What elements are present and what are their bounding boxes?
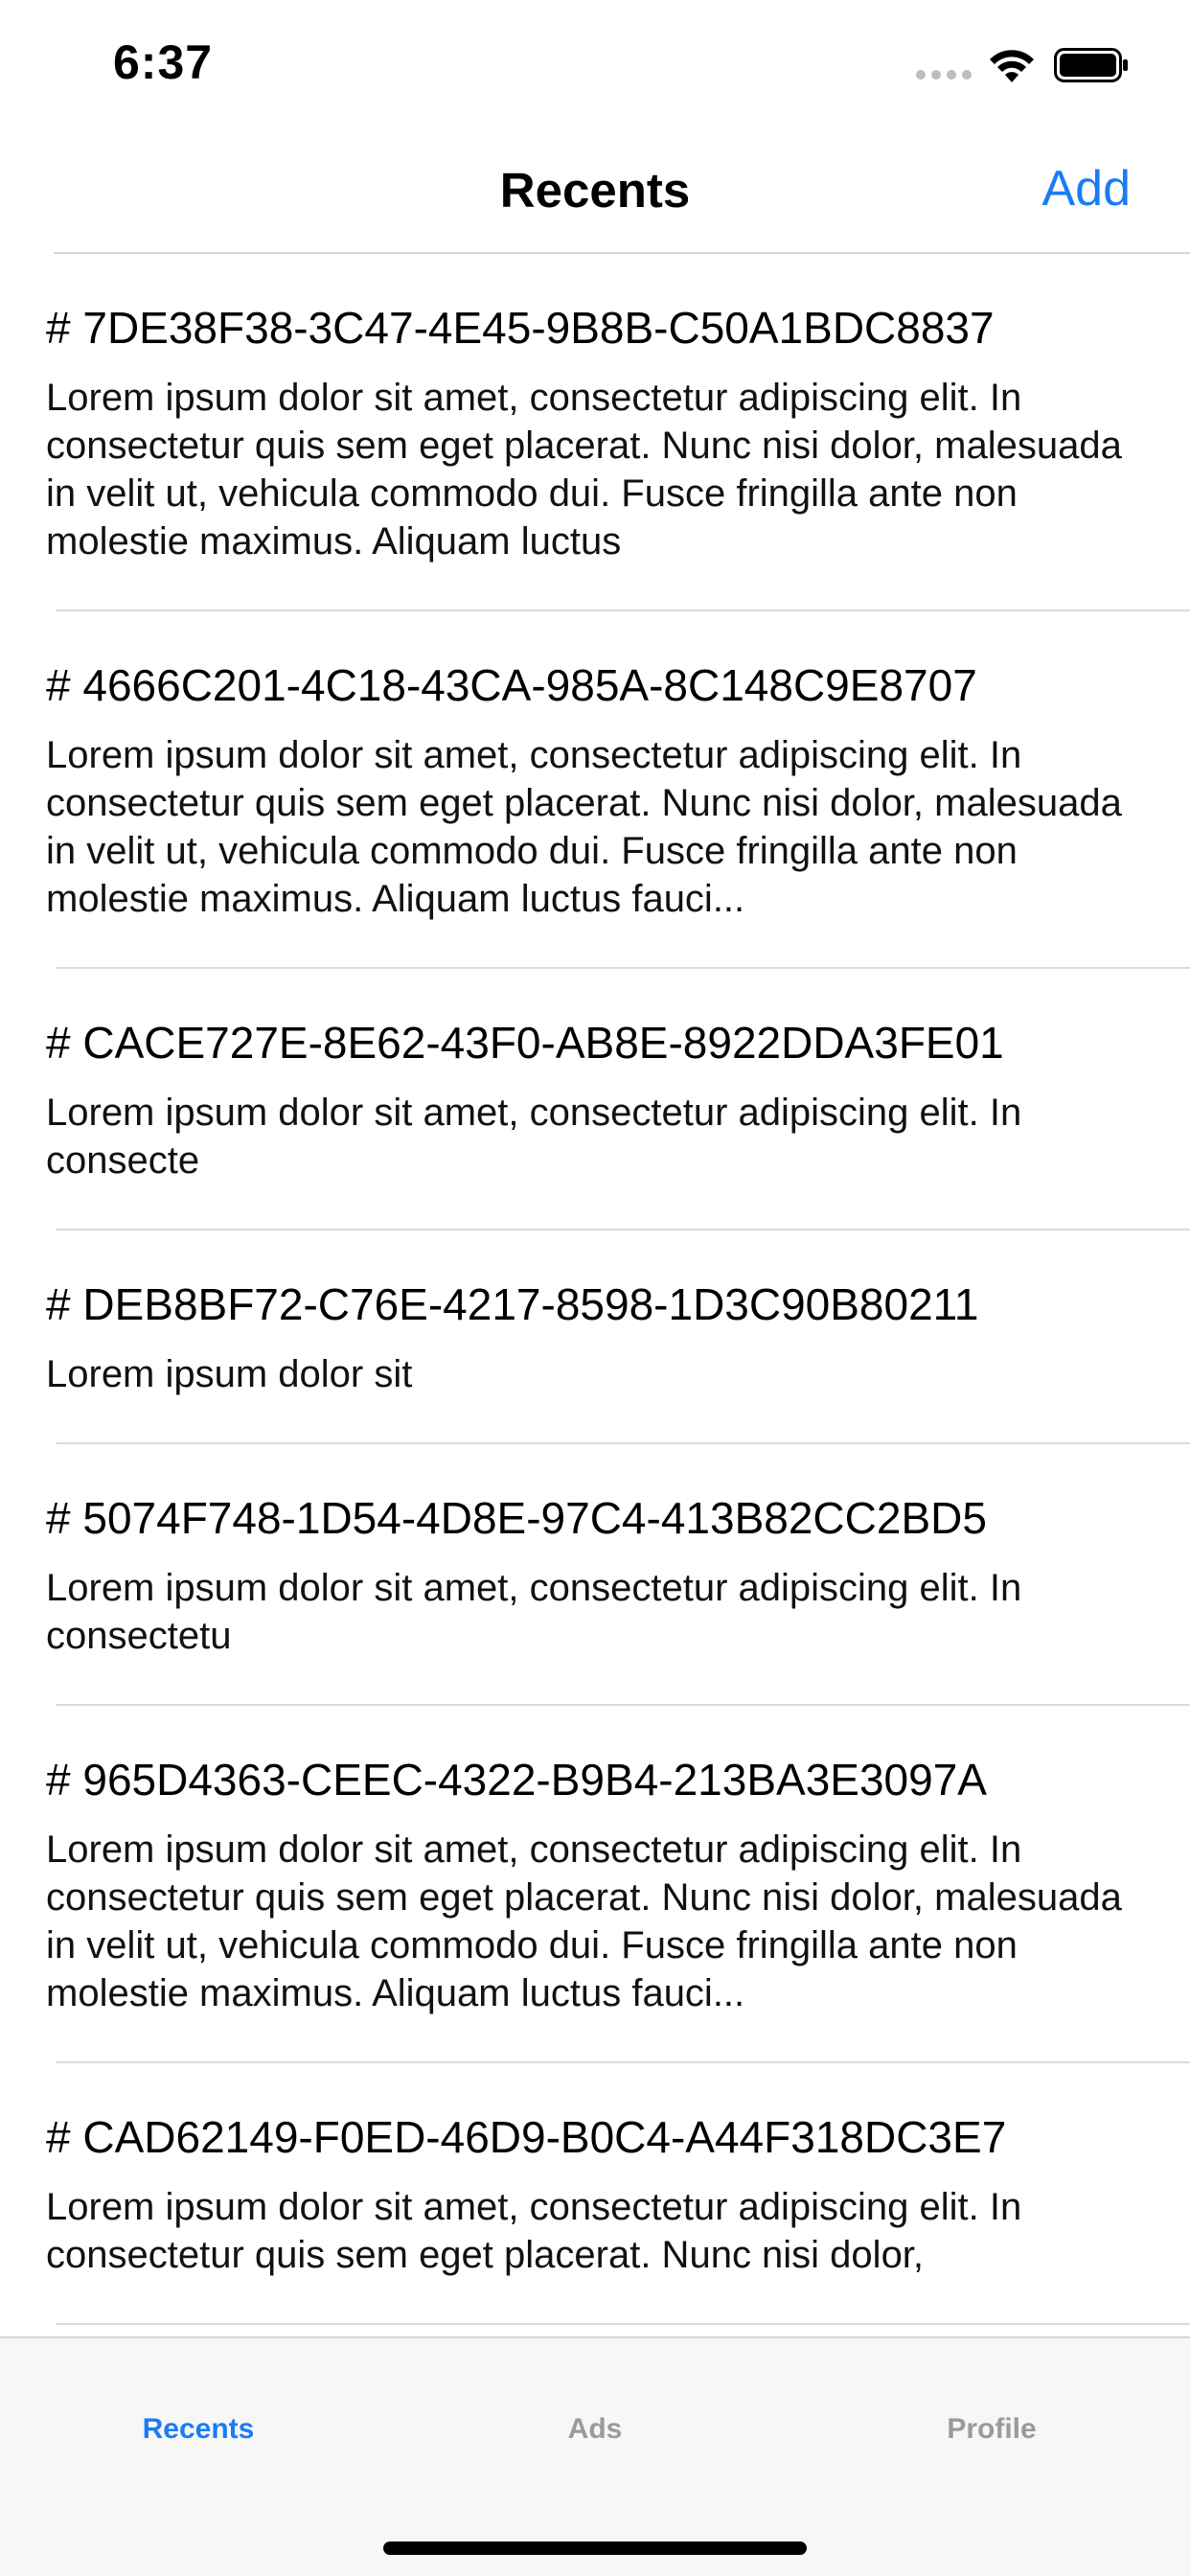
tab-recents[interactable]: Recents (0, 2413, 397, 2446)
list-item[interactable]: # CACE727E-8E62-43F0-AB8E-8922DDA3FE01 L… (0, 969, 1190, 1230)
battery-icon (1054, 48, 1128, 82)
item-title: # 4666C201-4C18-43CA-985A-8C148C9E8707 (46, 660, 977, 710)
wifi-icon (990, 50, 1034, 82)
item-title: # 965D4363-CEEC-4322-B9B4-213BA3E3097A (46, 1755, 987, 1805)
list-item[interactable]: # 5074F748-1D54-4D8E-97C4-413B82CC2BD5 L… (0, 1444, 1190, 1706)
recents-list[interactable]: # 7DE38F38-3C47-4E45-9B8B-C50A1BDC8837 L… (0, 254, 1190, 2336)
item-title: # CACE727E-8E62-43F0-AB8E-8922DDA3FE01 (46, 1018, 1004, 1068)
navigation-bar: Recents Add (0, 129, 1190, 254)
item-body: Lorem ipsum dolor sit amet, consectetur … (46, 2186, 1022, 2276)
app-screen: 6:37 Recents Add # 7DE38F38-3C47-4E45-9B… (0, 0, 1190, 2576)
home-indicator[interactable] (383, 2542, 807, 2555)
item-title: # CAD62149-F0ED-46D9-B0C4-A44F318DC3E7 (46, 2112, 1007, 2162)
item-body: Lorem ipsum dolor sit amet, consectetur … (46, 377, 1122, 563)
tab-bar: Recents Ads Profile (0, 2336, 1190, 2576)
item-body: Lorem ipsum dolor sit amet, consectetur … (46, 1828, 1122, 2014)
page-title: Recents (499, 163, 691, 218)
item-body: Lorem ipsum dolor sit (46, 1353, 413, 1395)
signal-dots-icon (916, 70, 972, 80)
item-body: Lorem ipsum dolor sit amet, consectetur … (46, 734, 1122, 920)
list-item[interactable]: # CAD62149-F0ED-46D9-B0C4-A44F318DC3E7 L… (0, 2063, 1190, 2325)
tab-ads[interactable]: Ads (397, 2413, 793, 2446)
status-time: 6:37 (113, 35, 214, 89)
tab-profile[interactable]: Profile (793, 2413, 1190, 2446)
item-body: Lorem ipsum dolor sit amet, consectetur … (46, 1092, 1022, 1182)
status-bar: 6:37 (0, 0, 1190, 129)
add-button[interactable]: Add (1041, 160, 1131, 218)
item-title: # 5074F748-1D54-4D8E-97C4-413B82CC2BD5 (46, 1493, 987, 1543)
item-title: # DEB8BF72-C76E-4217-8598-1D3C90B80211 (46, 1279, 979, 1329)
list-item[interactable]: # DEB8BF72-C76E-4217-8598-1D3C90B80211 L… (0, 1230, 1190, 1444)
list-item[interactable]: # 7DE38F38-3C47-4E45-9B8B-C50A1BDC8837 L… (0, 254, 1190, 611)
item-title: # 7DE38F38-3C47-4E45-9B8B-C50A1BDC8837 (46, 303, 995, 353)
list-item[interactable]: # 4666C201-4C18-43CA-985A-8C148C9E8707 L… (0, 611, 1190, 969)
item-body: Lorem ipsum dolor sit amet, consectetur … (46, 1567, 1022, 1657)
list-item[interactable]: # 965D4363-CEEC-4322-B9B4-213BA3E3097A L… (0, 1706, 1190, 2063)
